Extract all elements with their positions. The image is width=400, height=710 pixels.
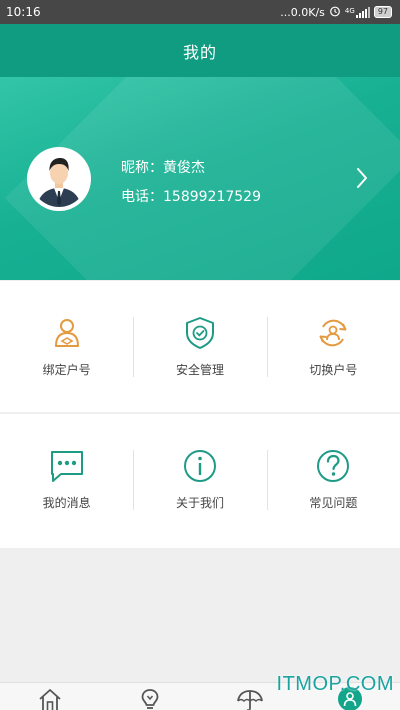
status-time: 10:16	[6, 5, 41, 19]
account-section: 绑定户号 安全管理 切换户号	[0, 281, 400, 412]
alarm-icon	[329, 5, 341, 20]
tab-tips[interactable]	[100, 683, 200, 710]
app-header: 我的	[0, 24, 400, 77]
status-bar: 10:16 ...0.0K/s 4G 97	[0, 0, 400, 24]
tab-home[interactable]	[0, 683, 100, 710]
message-icon	[50, 451, 83, 482]
faq-button[interactable]: 常见问题	[266, 414, 400, 548]
shield-icon	[185, 317, 214, 349]
person-icon	[54, 319, 79, 347]
phone-row: 电话：15899217529	[121, 183, 261, 212]
my-messages-button[interactable]: 我的消息	[0, 414, 133, 548]
bind-account-label: 绑定户号	[42, 363, 91, 377]
chevron-right-icon[interactable]	[356, 167, 368, 193]
about-us-label: 关于我们	[175, 496, 224, 510]
about-us-button[interactable]: 关于我们	[133, 414, 266, 548]
umbrella-icon	[237, 690, 263, 710]
nickname-row: 昵称：黄俊杰	[121, 154, 261, 183]
my-messages-label: 我的消息	[42, 496, 91, 510]
phone-label: 电话：	[121, 189, 163, 205]
battery-indicator: 97	[373, 6, 392, 18]
profile-info: 昵称：黄俊杰 电话：15899217529	[121, 154, 261, 212]
home-icon	[39, 689, 61, 710]
info-section: 我的消息 关于我们 常见问题	[0, 414, 400, 548]
profile-card[interactable]: 昵称：黄俊杰 电话：15899217529	[0, 77, 400, 280]
site-watermark: ITMOP.COM	[276, 673, 394, 695]
signal-label: 4G	[344, 6, 355, 15]
faq-label: 常见问题	[309, 496, 358, 510]
security-management-label: 安全管理	[175, 363, 224, 377]
nickname-label: 昵称：	[121, 160, 163, 176]
phone-value: 15899217529	[163, 189, 261, 205]
nickname-value: 黄俊杰	[163, 160, 205, 176]
question-icon	[317, 450, 350, 482]
bulb-icon	[141, 689, 159, 709]
status-indicators: ...0.0K/s 4G 97	[280, 5, 392, 20]
signal-icon: 4G	[344, 6, 370, 18]
avatar	[27, 147, 91, 211]
switch-account-label: 切换户号	[309, 363, 358, 377]
avatar-person-icon	[31, 151, 87, 207]
switch-user-icon	[319, 319, 347, 347]
info-icon	[183, 450, 216, 482]
page-title: 我的	[182, 42, 217, 62]
network-speed: ...0.0K/s	[280, 5, 325, 19]
switch-account-button[interactable]: 切换户号	[266, 281, 400, 412]
bind-account-button[interactable]: 绑定户号	[0, 281, 133, 412]
security-management-button[interactable]: 安全管理	[133, 281, 266, 412]
